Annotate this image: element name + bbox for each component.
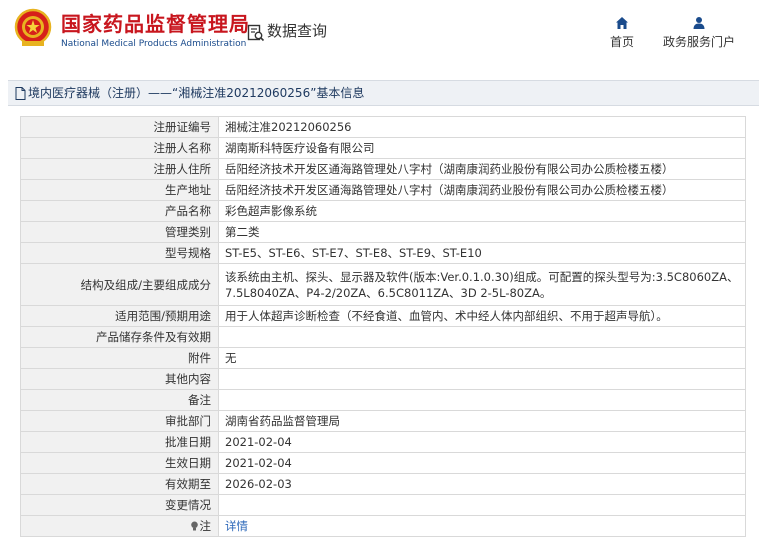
field-value: 湖南省药品监督管理局 (218, 410, 746, 432)
table-row: 注 详情 (20, 515, 746, 537)
field-value (218, 494, 746, 516)
field-value: 彩色超声影像系统 (218, 200, 746, 222)
table-row: 批准日期 2021-02-04 (20, 431, 746, 453)
field-label: 批准日期 (20, 431, 219, 453)
site-logo-subtitle: National Medical Products Administration (61, 39, 247, 49)
field-label: 注册人住所 (20, 158, 219, 180)
detail-link[interactable]: 详情 (225, 519, 248, 533)
table-row: 附件 无 (20, 347, 746, 369)
table-row: 适用范围/预期用途 用于人体超声诊断检查（不经食道、血管内、术中经人体内部组织、… (20, 305, 746, 327)
site-header: 国家药品监督管理局 National Medical Products Admi… (0, 0, 759, 66)
field-value: 无 (218, 347, 746, 369)
table-row: 有效期至 2026-02-03 (20, 473, 746, 495)
field-value: ST-E5、ST-E6、ST-E7、ST-E8、ST-E9、ST-E10 (218, 242, 746, 264)
field-label: 生效日期 (20, 452, 219, 474)
nav-service-portal[interactable]: 政务服务门户 (660, 16, 738, 50)
nav-home-label: 首页 (609, 35, 634, 49)
field-label: 变更情况 (20, 494, 219, 516)
national-emblem-icon (14, 8, 52, 46)
field-label: 注册人名称 (20, 137, 219, 159)
table-row: 管理类别 第二类 (20, 221, 746, 243)
field-value: 湘械注准20212060256 (218, 116, 746, 138)
table-row: 注册证编号 湘械注准20212060256 (20, 116, 746, 138)
field-value (218, 389, 746, 411)
note-value: 详情 (218, 515, 746, 537)
field-value (218, 326, 746, 348)
field-value: 第二类 (218, 221, 746, 243)
record-title: 境内医疗器械（注册）——“湘械注准20212060256”基本信息 (28, 86, 365, 100)
table-row: 注册人住所 岳阳经济技术开发区通海路管理处八字村（湖南康润药业股份有限公司办公质… (20, 158, 746, 180)
field-label: 产品名称 (20, 200, 219, 222)
field-value: 用于人体超声诊断检查（不经食道、血管内、术中经人体内部组织、不用于超声导航）。 (218, 305, 746, 327)
field-value: 岳阳经济技术开发区通海路管理处八字村（湖南康润药业股份有限公司办公质检楼五楼） (218, 179, 746, 201)
field-label: 生产地址 (20, 179, 219, 201)
field-value: 湖南斯科特医疗设备有限公司 (218, 137, 746, 159)
user-icon (693, 17, 705, 29)
field-label: 适用范围/预期用途 (20, 305, 219, 327)
field-value: 2021-02-04 (218, 452, 746, 474)
field-label: 注册证编号 (20, 116, 219, 138)
field-label: 审批部门 (20, 410, 219, 432)
field-value: 2021-02-04 (218, 431, 746, 453)
field-label: 有效期至 (20, 473, 219, 495)
field-value: 2026-02-03 (218, 473, 746, 495)
table-row: 型号规格 ST-E5、ST-E6、ST-E7、ST-E8、ST-E9、ST-E1… (20, 242, 746, 264)
bulb-icon (190, 521, 198, 531)
field-label: 管理类别 (20, 221, 219, 243)
table-row: 备注 (20, 389, 746, 411)
table-row: 生产地址 岳阳经济技术开发区通海路管理处八字村（湖南康润药业股份有限公司办公质检… (20, 179, 746, 201)
site-logo-title[interactable]: 国家药品监督管理局 (61, 12, 250, 36)
table-row: 其他内容 (20, 368, 746, 390)
registration-info-table: 注册证编号 湘械注准20212060256 注册人名称 湖南斯科特医疗设备有限公… (20, 116, 746, 537)
table-row: 产品储存条件及有效期 (20, 326, 746, 348)
note-label-cell: 注 (20, 515, 219, 537)
field-label: 型号规格 (20, 242, 219, 264)
home-icon (616, 17, 628, 29)
record-title-bar: 境内医疗器械（注册）——“湘械注准20212060256”基本信息 (8, 80, 759, 106)
field-value: 该系统由主机、探头、显示器及软件(版本:Ver.0.1.0.30)组成。可配置的… (218, 263, 746, 306)
table-row: 变更情况 (20, 494, 746, 516)
document-icon (15, 87, 26, 100)
data-query-icon (247, 24, 265, 42)
table-row: 审批部门 湖南省药品监督管理局 (20, 410, 746, 432)
table-row: 结构及组成/主要组成成分 该系统由主机、探头、显示器及软件(版本:Ver.0.1… (20, 263, 746, 306)
field-label: 产品储存条件及有效期 (20, 326, 219, 348)
table-row: 产品名称 彩色超声影像系统 (20, 200, 746, 222)
note-label: 注 (199, 519, 212, 533)
field-value (218, 368, 746, 390)
field-value: 岳阳经济技术开发区通海路管理处八字村（湖南康润药业股份有限公司办公质检楼五楼） (218, 158, 746, 180)
field-label: 其他内容 (20, 368, 219, 390)
table-row: 生效日期 2021-02-04 (20, 452, 746, 474)
field-label: 附件 (20, 347, 219, 369)
nav-service-portal-label: 政务服务门户 (662, 35, 735, 49)
data-query-title: 数据查询 (267, 22, 328, 40)
table-row: 注册人名称 湖南斯科特医疗设备有限公司 (20, 137, 746, 159)
nav-home[interactable]: 首页 (605, 16, 639, 50)
field-label: 备注 (20, 389, 219, 411)
field-label: 结构及组成/主要组成成分 (20, 263, 219, 306)
